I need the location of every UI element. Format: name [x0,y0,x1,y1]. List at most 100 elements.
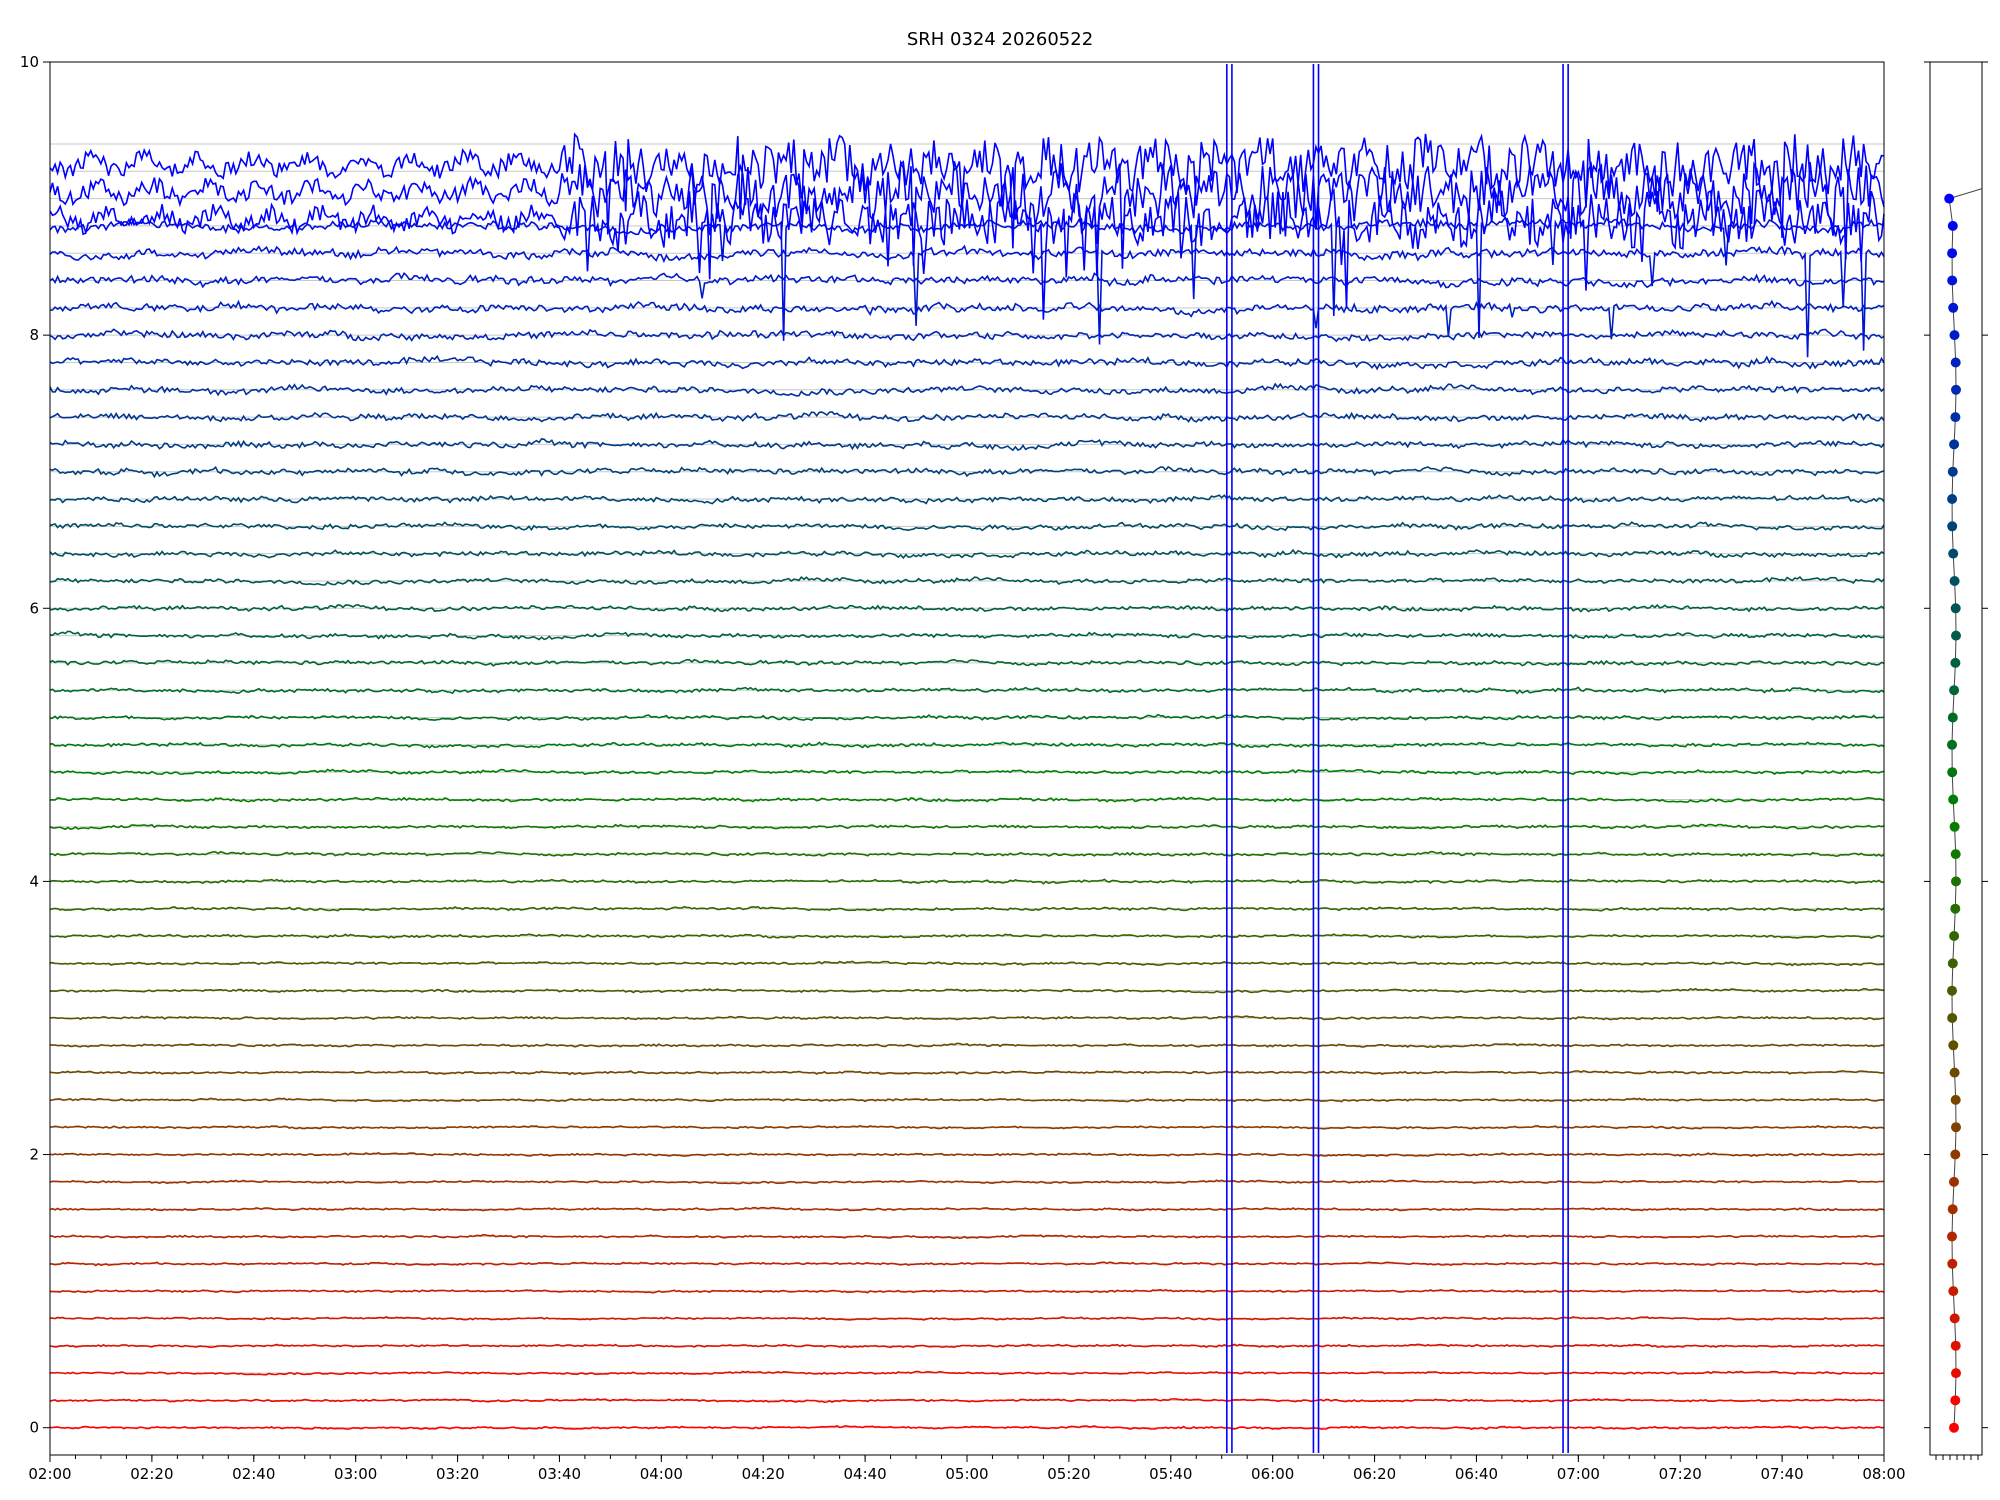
trace-line-27 [49,686,1885,695]
x-tick-label: 03:40 [538,1465,581,1483]
x-tick-label: 07:20 [1659,1465,1702,1483]
x-tick-label: 05:20 [1047,1465,1090,1483]
side-panel-point [1947,712,1958,723]
x-tick-label: 03:00 [334,1465,377,1483]
trace-line-3 [49,1343,1885,1349]
side-panel-point [1949,330,1960,341]
side-panel-point [1947,494,1958,504]
y-tick-label: 10 [20,53,39,71]
side-panel-point [1951,630,1961,641]
x-tick-label: 05:00 [945,1465,988,1483]
side-panel-point [1947,521,1958,532]
trace-line-22 [49,823,1885,831]
chart-title: SRH 0324 20260522 [907,29,1093,50]
y-tick-label: 4 [29,872,39,890]
trace-line-9 [49,1179,1885,1185]
side-panel-point [1948,302,1959,313]
side-panel-point [1950,357,1961,368]
x-tick-label: 02:20 [130,1465,173,1483]
trace-line-4 [49,1316,1885,1321]
x-tick-label: 08:00 [1862,1465,1905,1483]
side-panel-point [1947,767,1958,778]
side-panel-point [1947,958,1958,969]
side-panel-point [1948,1040,1959,1051]
x-tick-label: 02:40 [232,1465,275,1483]
side-panel-point [1947,1013,1958,1023]
side-panel-point [1949,1313,1960,1324]
side-panel-point [1950,1340,1961,1351]
trace-line-5 [49,1288,1885,1294]
side-panel-point [1949,1067,1960,1078]
x-tick-label: 04:40 [843,1465,886,1483]
side-panel-point [1950,603,1961,614]
side-panel-point [1951,384,1961,395]
x-tick-label: 03:20 [436,1465,479,1483]
trace-line-8 [49,1206,1885,1212]
x-tick-label: 06:40 [1455,1465,1498,1483]
trace-line-41 [49,299,1885,340]
side-panel [1924,61,1988,1460]
x-tick-label: 07:00 [1557,1465,1600,1483]
y-axis: 0 2 4 6 8 10 [20,53,50,1437]
trace-line-25 [49,741,1885,749]
side-panel-point [1947,1204,1958,1215]
trace-line-12 [49,1097,1885,1103]
trace-line-17 [49,960,1885,967]
y-tick-label: 2 [29,1146,39,1164]
x-tick-label: 04:20 [742,1465,785,1483]
side-panel-point [1950,412,1961,423]
side-panel-point [1950,849,1961,860]
trace-line-47 [49,132,1885,249]
trace-line-43 [49,244,1885,358]
side-panel-lead-line [1949,188,1983,200]
side-panel-point [1950,1094,1961,1105]
side-panel-point [1950,1149,1961,1160]
side-panel-point [1948,1286,1959,1297]
side-panel-point [1949,439,1960,450]
trace-line-2 [49,1370,1885,1376]
side-panel-point [1951,876,1961,887]
figure: SRH 0324 20260522 02:00 02:20 02:40 03:00 03… [0,0,2000,1500]
spike-traces [1226,64,1569,1453]
side-panel-point [1950,1395,1961,1406]
side-panel-point [1947,1231,1957,1242]
y-tick-label: 0 [29,1419,39,1437]
side-panel-point [1947,248,1958,259]
x-axis: 02:00 02:20 02:40 03:00 03:20 03:40 04:00 04:20… [28,1455,1906,1483]
side-panel-point [1947,1258,1958,1269]
x-tick-label: 05:40 [1149,1465,1192,1483]
side-panel-point [1949,685,1960,696]
y-tick-label: 8 [29,326,39,344]
trace-series [49,132,1885,1431]
trace-line-13 [49,1070,1885,1076]
side-panel-point [1947,466,1958,477]
side-panel-point [1948,548,1959,559]
trace-line-28 [49,658,1885,667]
side-panel-point [1947,220,1958,231]
chart-svg: SRH 0324 20260522 02:00 02:20 02:40 03:00 03… [20,29,1988,1483]
plot-area-frame [49,61,1885,1456]
side-panel-point [1949,1176,1959,1187]
side-panel-point [1949,1422,1959,1433]
side-panel-frame [1929,61,1983,1456]
side-panel-line [1948,198,1957,1428]
trace-line-42 [49,272,1885,299]
trace-line-20 [49,878,1885,885]
x-tick-label: 06:00 [1251,1465,1294,1483]
x-tick-label: 02:00 [28,1465,71,1483]
side-panel-point [1949,576,1960,586]
side-panel-point [1951,1368,1961,1379]
side-panel-point [1951,1122,1961,1133]
side-panel-point [1950,657,1961,668]
side-panel-point [1947,739,1957,750]
side-panel-point [1947,985,1957,996]
x-tick-label: 06:20 [1353,1465,1396,1483]
x-tick-label: 04:00 [640,1465,683,1483]
trace-line-10 [49,1152,1885,1158]
side-panel-point [1949,931,1960,941]
y-tick-label: 6 [29,599,39,617]
x-tick-label: 07:40 [1760,1465,1803,1483]
side-panel-point [1948,794,1959,805]
side-panel-point [1949,821,1960,832]
side-panel-point [1950,903,1961,914]
